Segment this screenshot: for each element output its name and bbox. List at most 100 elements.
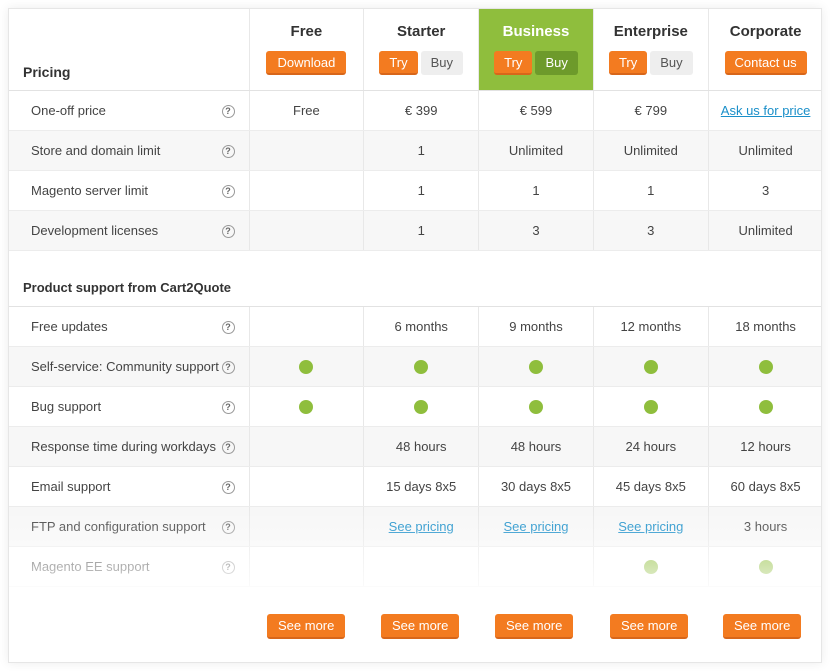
table-cell: 3 <box>478 210 594 251</box>
row-label: Self-service: Community support? <box>9 346 250 387</box>
feature-label: Bug support <box>31 398 102 414</box>
check-dot-icon <box>758 399 773 414</box>
row-label: Magento EE support? <box>9 546 250 587</box>
table-row: Store and domain limit? 1 Unlimited Unli… <box>9 130 821 171</box>
plan-column-business: Business Try Buy <box>478 9 594 91</box>
table-cell: 48 hours <box>478 426 594 467</box>
see-pricing-link[interactable]: See pricing <box>503 519 568 534</box>
table-cell: 30 days 8x5 <box>478 466 594 507</box>
ask-price-link[interactable]: Ask us for price <box>721 103 811 118</box>
table-cell: 6 months <box>363 306 480 347</box>
table-row: FTP and configuration support? See prici… <box>9 506 821 547</box>
feature-label: Magento server limit <box>31 182 149 198</box>
table-cell: See pricing <box>363 506 480 547</box>
starter-buy-button[interactable]: Buy <box>420 51 464 75</box>
row-label: Free updates? <box>9 306 250 347</box>
plan-column-enterprise: Enterprise Try Buy <box>593 9 709 91</box>
table-cell <box>249 546 365 587</box>
table-cell <box>478 546 594 587</box>
table-cell: 9 months <box>478 306 594 347</box>
enterprise-try-button[interactable]: Try <box>608 51 648 75</box>
table-cell: 1 <box>363 130 480 171</box>
table-row: Bug support? <box>9 386 821 427</box>
table-cell: 12 months <box>593 306 709 347</box>
plan-name-corporate: Corporate <box>729 23 802 40</box>
see-more-button-enterprise[interactable]: See more <box>610 614 689 639</box>
table-cell: 45 days 8x5 <box>593 466 709 507</box>
see-more-button-free[interactable]: See more <box>267 614 346 639</box>
business-buy-button[interactable]: Buy <box>535 51 578 75</box>
table-cell <box>708 386 821 427</box>
table-cell <box>708 546 821 587</box>
feature-label: Store and domain limit <box>31 142 161 158</box>
check-dot-icon <box>299 359 314 374</box>
table-row: Development licenses? 1 3 3 Unlimited <box>9 210 821 251</box>
plans-header-row: Pricing Free Download Starter Try Buy Bu… <box>9 9 821 91</box>
feature-label: FTP and configuration support <box>31 518 206 534</box>
plan-column-starter: Starter Try Buy <box>363 9 480 91</box>
help-icon[interactable]: ? <box>221 520 235 534</box>
table-cell: € 599 <box>478 90 594 131</box>
help-icon[interactable]: ? <box>221 184 235 198</box>
help-icon[interactable]: ? <box>221 320 235 334</box>
check-dot-icon <box>414 359 429 374</box>
pricing-comparison-card: Pricing Free Download Starter Try Buy Bu… <box>8 8 822 663</box>
download-button[interactable]: Download <box>266 51 347 75</box>
contact-us-button[interactable]: Contact us <box>724 51 807 75</box>
row-label: One-off price? <box>9 90 250 131</box>
see-pricing-link[interactable]: See pricing <box>618 519 683 534</box>
row-label: Magento server limit? <box>9 170 250 211</box>
table-cell <box>593 546 709 587</box>
help-icon[interactable]: ? <box>221 400 235 414</box>
table-cell: Unlimited <box>478 130 594 171</box>
table-cell: See pricing <box>593 506 709 547</box>
row-label: Development licenses? <box>9 210 250 251</box>
enterprise-buy-button[interactable]: Buy <box>650 51 693 75</box>
support-section-title: Product support from Cart2Quote <box>9 250 821 307</box>
help-icon[interactable]: ? <box>221 440 235 454</box>
see-more-button-starter[interactable]: See more <box>381 614 460 639</box>
table-cell: Ask us for price <box>708 90 821 131</box>
check-dot-icon <box>758 559 773 574</box>
business-try-button[interactable]: Try <box>494 51 533 75</box>
check-dot-icon <box>299 399 314 414</box>
check-dot-icon <box>643 399 658 414</box>
table-row: Free updates? 6 months 9 months 12 month… <box>9 306 821 347</box>
plan-name-enterprise: Enterprise <box>613 23 688 40</box>
row-label: Email support? <box>9 466 250 507</box>
help-icon[interactable]: ? <box>221 104 235 118</box>
check-dot-icon <box>528 399 543 414</box>
starter-try-button[interactable]: Try <box>379 51 418 75</box>
feature-label: Free updates <box>31 318 108 334</box>
table-cell <box>593 346 709 387</box>
table-cell <box>249 386 365 427</box>
help-icon[interactable]: ? <box>221 480 235 494</box>
table-cell <box>363 546 480 587</box>
help-icon[interactable]: ? <box>221 144 235 158</box>
see-pricing-link[interactable]: See pricing <box>389 519 454 534</box>
table-cell <box>249 210 365 251</box>
help-icon[interactable]: ? <box>221 560 235 574</box>
see-more-button-corporate[interactable]: See more <box>723 614 802 639</box>
row-label: Store and domain limit? <box>9 130 250 171</box>
plan-name-starter: Starter <box>397 23 446 40</box>
feature-label: Self-service: Community support <box>31 358 219 374</box>
table-row: Magento server limit? 1 1 1 3 <box>9 170 821 211</box>
see-more-button-business[interactable]: See more <box>495 614 574 639</box>
table-cell: 3 hours <box>708 506 821 547</box>
check-dot-icon <box>528 359 543 374</box>
check-dot-icon <box>643 559 658 574</box>
plan-column-corporate: Corporate Contact us <box>708 9 821 91</box>
table-cell: 48 hours <box>363 426 480 467</box>
feature-label: Magento EE support <box>31 558 150 574</box>
table-cell: 15 days 8x5 <box>363 466 480 507</box>
help-icon[interactable]: ? <box>221 360 235 374</box>
table-cell: € 799 <box>593 90 709 131</box>
help-icon[interactable]: ? <box>221 224 235 238</box>
table-cell: See pricing <box>478 506 594 547</box>
pricing-section-title: Pricing <box>9 9 250 91</box>
table-cell <box>363 386 480 427</box>
table-cell: 60 days 8x5 <box>708 466 821 507</box>
table-cell <box>478 346 594 387</box>
table-row: Magento EE support? <box>9 546 821 587</box>
